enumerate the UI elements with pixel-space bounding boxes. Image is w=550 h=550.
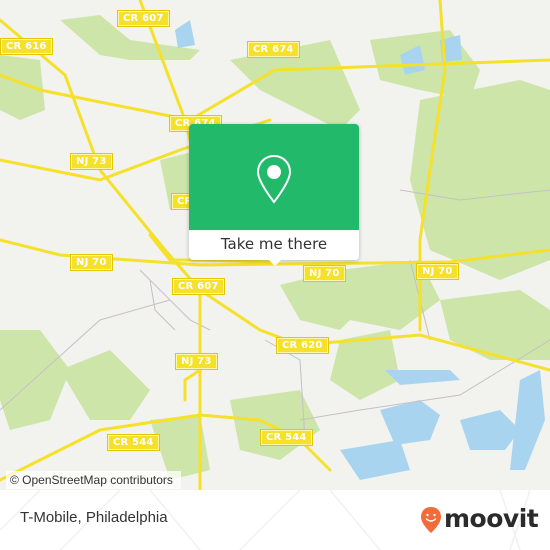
road-label-nj-73: NJ 73 [71, 154, 112, 169]
road-label-cr-674: CR 674 [248, 42, 299, 57]
road-label-cr-607: CR 607 [118, 11, 169, 26]
place-title: T-Mobile, Philadelphia [20, 509, 168, 526]
road-label-cr-544: CR 544 [108, 435, 159, 450]
map-pin-icon [256, 154, 292, 204]
map[interactable]: CR 607 CR 616 CR 674 CR 674 NJ 73 CR NJ … [0, 0, 550, 490]
road-label-nj-70: NJ 70 [417, 264, 458, 279]
popup-tail [267, 258, 283, 266]
footer: T-Mobile, Philadelphia moovit [0, 490, 550, 550]
road-label-nj-70: NJ 70 [304, 266, 345, 281]
moovit-wordmark: moovit [444, 504, 539, 533]
moovit-pin-icon [421, 507, 441, 533]
road-label-nj-73: NJ 73 [176, 354, 217, 369]
popup-header [189, 124, 359, 230]
road-label-cr-607: CR 607 [173, 279, 224, 294]
take-me-there-button[interactable]: Take me there [189, 230, 359, 260]
road-label-cr-620: CR 620 [277, 338, 328, 353]
road-label-cr-616: CR 616 [1, 39, 52, 54]
map-attribution[interactable]: © OpenStreetMap contributors [6, 471, 181, 489]
road-label-nj-70: NJ 70 [71, 255, 112, 270]
road-label-cr-544: CR 544 [261, 430, 312, 445]
location-popup: Take me there [189, 124, 359, 266]
